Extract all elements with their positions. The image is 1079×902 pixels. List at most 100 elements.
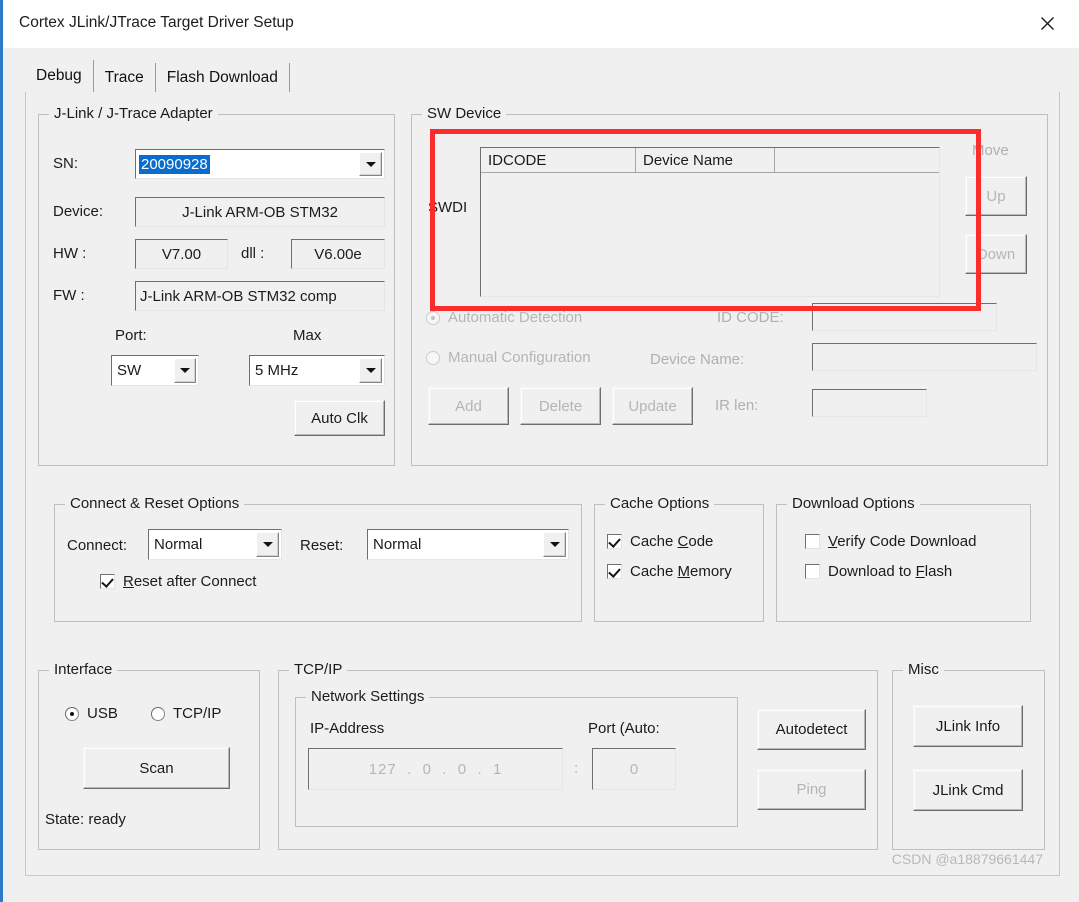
chevron-down-icon: [180, 368, 190, 373]
label-ip-address: IP-Address: [310, 720, 385, 737]
tab-debug[interactable]: Debug: [25, 60, 94, 92]
device-value: J-Link ARM-OB STM32: [182, 203, 338, 221]
radio-tcpip-label: TCP/IP: [173, 705, 222, 722]
max-clock-dropdown-arrow[interactable]: [359, 358, 382, 383]
group-cache-options: Cache Options Cache Code Cache Memory: [594, 495, 764, 622]
label-sn: SN:: [53, 155, 79, 172]
tcp-port-field[interactable]: 0: [592, 748, 676, 790]
checkbox-cache-memory[interactable]: Cache Memory: [607, 563, 732, 580]
move-up-button[interactable]: Up: [965, 176, 1027, 216]
group-title-tcpip: TCP/IP: [289, 661, 348, 678]
close-icon[interactable]: [1021, 0, 1073, 46]
device-name-field[interactable]: [812, 343, 1037, 371]
ping-button[interactable]: Ping: [757, 769, 866, 810]
chevron-down-icon: [262, 542, 273, 547]
label-port: Port:: [115, 327, 147, 344]
checkbox-reset-after-connect-label: Reset after Connect: [123, 573, 257, 590]
checkbox-verify-code-download[interactable]: Verify Code Download: [805, 533, 976, 550]
ip-octet-4: 1: [492, 760, 503, 778]
radio-manual-configuration-label: Manual Configuration: [448, 349, 591, 366]
group-title-interface: Interface: [49, 661, 118, 678]
reset-combobox[interactable]: Normal: [367, 529, 569, 560]
sw-device-listview-body[interactable]: [481, 173, 939, 296]
radio-tcpip[interactable]: TCP/IP: [151, 705, 221, 722]
delete-button[interactable]: Delete: [520, 387, 601, 425]
checkbox-reset-after-connect[interactable]: Reset after Connect: [100, 573, 256, 590]
add-button[interactable]: Add: [428, 387, 509, 425]
label-fw: FW :: [53, 287, 85, 304]
checkbox-download-to-flash[interactable]: Download to Flash: [805, 563, 952, 580]
move-down-button[interactable]: Down: [965, 234, 1027, 274]
label-reset: Reset:: [300, 537, 344, 554]
reset-dropdown-arrow[interactable]: [543, 532, 566, 557]
jlink-cmd-button[interactable]: JLink Cmd: [913, 769, 1023, 811]
auto-clk-button[interactable]: Auto Clk: [294, 400, 385, 436]
label-device-name: Device Name:: [650, 351, 745, 368]
column-header-blank[interactable]: [775, 148, 939, 173]
autodetect-button[interactable]: Autodetect: [757, 709, 866, 750]
scan-button[interactable]: Scan: [83, 747, 230, 789]
checkbox-download-to-flash-indicator: [805, 564, 820, 579]
chevron-down-icon: [365, 368, 376, 373]
connect-value: Normal: [154, 536, 203, 553]
column-header-device-name[interactable]: Device Name: [636, 148, 775, 173]
group-jlink-adapter: J-Link / J-Trace Adapter SN: 20090928 De…: [38, 105, 395, 466]
dll-value: V6.00e: [314, 245, 362, 263]
chevron-down-icon: [549, 542, 560, 547]
radio-manual-configuration[interactable]: Manual Configuration: [426, 349, 591, 366]
sn-dropdown-arrow[interactable]: [359, 152, 382, 176]
sw-device-listview[interactable]: IDCODE Device Name: [480, 147, 940, 297]
label-connect: Connect:: [67, 537, 128, 554]
tab-bar[interactable]: Debug Trace Flash Download: [25, 60, 290, 92]
hw-value: V7.00: [161, 245, 202, 263]
jlink-info-button[interactable]: JLink Info: [913, 705, 1023, 747]
connect-combobox[interactable]: Normal: [148, 529, 282, 560]
ir-len-field[interactable]: [812, 389, 927, 417]
hw-value-field: V7.00: [135, 239, 228, 269]
ip-address-field[interactable]: 127 . 0 . 0 . 1: [308, 748, 563, 790]
title-bar: Cortex JLink/JTrace Target Driver Setup: [3, 0, 1079, 48]
port-dropdown-arrow[interactable]: [174, 358, 196, 383]
port-combobox[interactable]: SW: [111, 355, 199, 386]
update-button[interactable]: Update: [612, 387, 693, 425]
ip-address-value: 127 . 0 . 0 . 1: [368, 760, 503, 778]
sn-combobox[interactable]: 20090928: [135, 149, 385, 179]
radio-manual-configuration-indicator: [426, 350, 440, 365]
group-interface: Interface USB TCP/IP Scan State: ready: [38, 661, 260, 850]
checkbox-cache-memory-indicator: [607, 564, 622, 579]
max-clock-value: 5 MHz: [255, 362, 299, 379]
group-title-sw-device: SW Device: [422, 105, 507, 122]
window-title: Cortex JLink/JTrace Target Driver Setup: [19, 14, 294, 31]
checkbox-verify-code-download-label: Verify Code Download: [828, 533, 977, 550]
checkbox-cache-code[interactable]: Cache Code: [607, 533, 713, 550]
radio-usb-indicator: [65, 706, 79, 721]
radio-usb[interactable]: USB: [65, 705, 118, 722]
dialog-window: Cortex JLink/JTrace Target Driver Setup …: [0, 0, 1079, 902]
group-misc: Misc JLink Info JLink Cmd: [892, 661, 1045, 850]
ip-octet-2: 0: [422, 760, 432, 778]
chevron-down-icon: [365, 161, 376, 167]
id-code-field[interactable]: [812, 303, 997, 331]
debug-tab-panel: J-Link / J-Trace Adapter SN: 20090928 De…: [25, 92, 1060, 876]
radio-automatic-detection[interactable]: Automatic Detection: [426, 309, 582, 326]
radio-tcpip-indicator: [151, 706, 165, 721]
checkbox-download-to-flash-label: Download to Flash: [828, 563, 953, 580]
label-swd-row: SWDI: [428, 199, 468, 216]
tab-flash-download[interactable]: Flash Download: [155, 63, 290, 92]
tab-trace[interactable]: Trace: [93, 63, 156, 92]
group-title-download-options: Download Options: [787, 495, 920, 512]
checkbox-reset-after-connect-indicator: [100, 574, 115, 589]
radio-automatic-detection-indicator: [426, 310, 440, 325]
group-tcpip: TCP/IP Network Settings IP-Address Port …: [278, 661, 878, 850]
sn-value: 20090928: [139, 154, 210, 174]
fw-value-field: J-Link ARM-OB STM32 comp: [135, 281, 385, 311]
max-clock-combobox[interactable]: 5 MHz: [249, 355, 385, 386]
tcp-port-value: 0: [629, 760, 639, 778]
group-sw-device: SW Device SWDI IDCODE Device Name Move U…: [411, 105, 1048, 466]
column-header-idcode[interactable]: IDCODE: [481, 148, 636, 173]
ip-octet-3: 0: [457, 760, 468, 778]
group-title-jlink-adapter: J-Link / J-Trace Adapter: [49, 105, 218, 122]
dll-value-field: V6.00e: [291, 239, 385, 269]
connect-dropdown-arrow[interactable]: [256, 532, 279, 557]
reset-value: Normal: [373, 536, 422, 553]
